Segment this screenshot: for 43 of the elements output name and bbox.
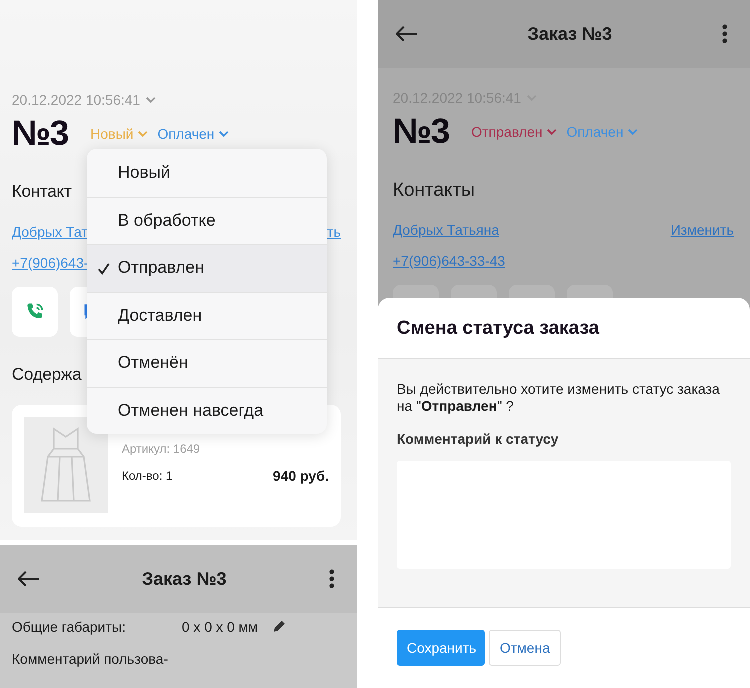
back-arrow-icon[interactable] (18, 571, 40, 587)
field-label: Общие габариты: (12, 619, 127, 635)
order-number: №3 (12, 114, 68, 154)
phone-link[interactable]: +7(906)643- (12, 255, 89, 271)
more-menu-icon[interactable] (722, 24, 728, 44)
product-quantity: Кол-во: 1 (122, 469, 173, 483)
screen-title: Заказ №3 (142, 568, 227, 590)
chevron-down-icon (628, 128, 638, 136)
chevron-down-icon (546, 128, 557, 136)
checkmark-icon (98, 263, 110, 275)
menu-item[interactable]: Отменен навсегда (87, 386, 327, 434)
status-dropdown[interactable]: Отправлен (471, 124, 557, 140)
menu-item[interactable]: Отменён (87, 339, 327, 386)
dialog-message: Вы действительно хотите изменить статус заказа на "Отправлен" ? (397, 381, 721, 415)
chevron-down-icon (146, 96, 156, 104)
product-article: Артикул: 1649 (122, 442, 202, 456)
product-price: 940 руб. (273, 468, 329, 484)
field-value: 0 x 0 x 0 мм (182, 619, 258, 635)
call-button[interactable] (12, 287, 58, 337)
more-menu-icon[interactable] (329, 569, 335, 589)
payment-dropdown[interactable]: Оплачен (158, 126, 229, 142)
contact-name-link[interactable]: Добрых Тат (12, 224, 88, 240)
edit-link[interactable]: Изменить (670, 222, 734, 238)
section-heading: Содержа (12, 365, 83, 386)
back-arrow-icon[interactable] (396, 26, 418, 42)
save-button[interactable]: Сохранить (397, 630, 485, 666)
order-date: 20.12.2022 10:56:41 (12, 92, 140, 108)
menu-item[interactable]: Отправлен (87, 244, 327, 292)
menu-item[interactable]: Доставлен (87, 292, 327, 339)
phone-link[interactable]: +7(906)643-33-43 (393, 253, 506, 269)
cancel-button[interactable]: Отмена (489, 630, 562, 666)
order-number: №3 (393, 112, 450, 152)
status-dropdown[interactable]: Новый (90, 126, 148, 142)
section-heading: Контакт (12, 182, 73, 203)
field-label: Комментарий пользова- (12, 651, 170, 667)
section-heading: Контакты (393, 180, 476, 203)
chevron-down-icon (138, 130, 148, 138)
screen-title: Заказ №3 (528, 24, 612, 44)
edit-link[interactable]: ть (327, 224, 341, 240)
menu-item[interactable]: Новый (87, 149, 327, 196)
chevron-down-icon (218, 130, 229, 138)
contact-name-link[interactable]: Добрых Татьяна (393, 222, 500, 238)
comment-label: Комментарий к статусу (397, 431, 560, 447)
